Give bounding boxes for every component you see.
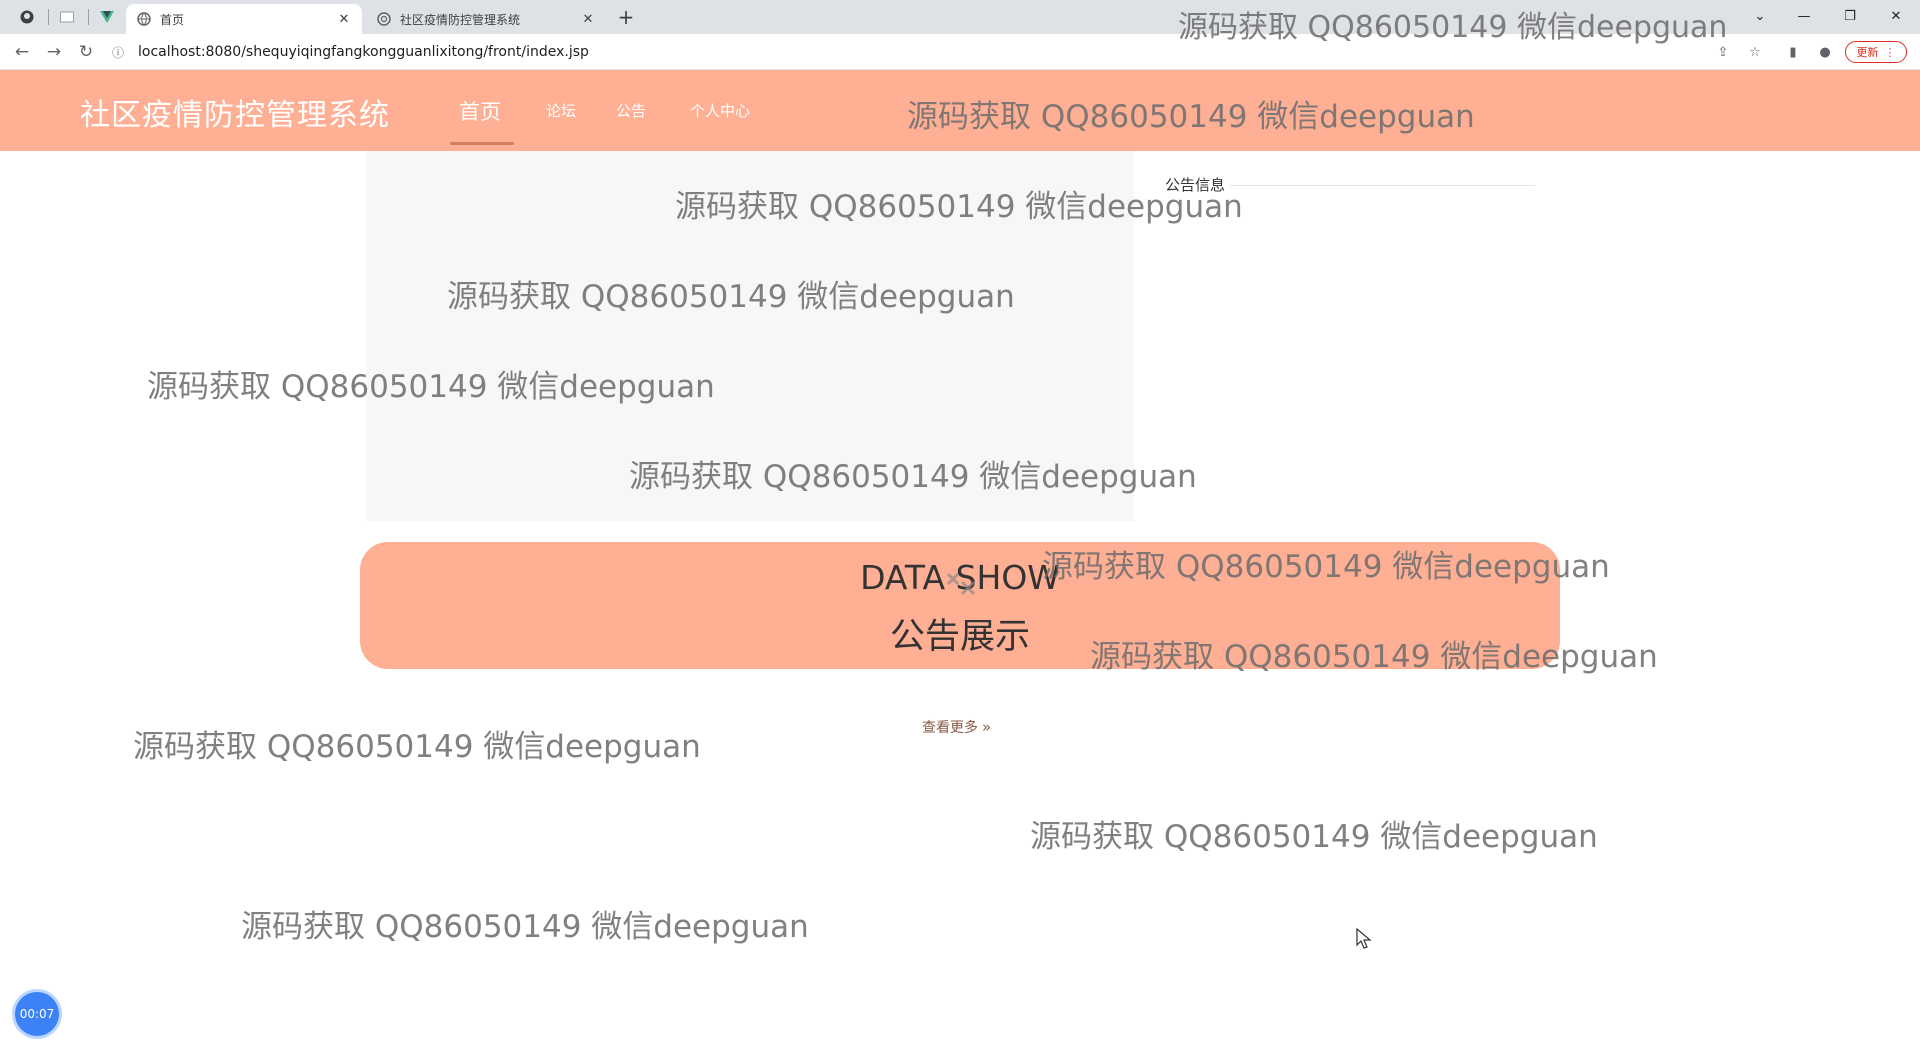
new-tab-button[interactable]: + <box>614 5 638 29</box>
tab-search-chevron-icon[interactable]: ⌄ <box>1740 4 1780 28</box>
tab-separator <box>48 9 49 25</box>
watermark-text: 源码获取 QQ86050149 微信deepguan <box>241 909 809 945</box>
watermark-text: 源码获取 QQ86050149 微信deepguan <box>629 459 1197 495</box>
pinned-tab-vue[interactable] <box>92 5 122 29</box>
pinned-tab-github[interactable] <box>12 5 42 29</box>
watermark-text: 源码获取 QQ86050149 微信deepguan <box>1030 819 1598 855</box>
mouse-cursor-icon <box>1356 928 1372 949</box>
nav-notice[interactable]: 公告 <box>616 70 646 151</box>
minimize-button[interactable]: — <box>1784 4 1824 28</box>
tab-system[interactable]: 社区疫情防控管理系统 ✕ <box>366 4 606 34</box>
close-tab-icon[interactable]: ✕ <box>580 11 596 27</box>
address-url[interactable]: localhost:8080/shequyiqingfangkongguanli… <box>138 44 589 60</box>
bookmark-star-icon[interactable]: ☆ <box>1744 41 1766 63</box>
view-more-link[interactable]: 查看更多 » <box>922 717 991 737</box>
watermark-text: 源码获取 QQ86050149 微信deepguan <box>675 189 1243 225</box>
globe-icon <box>136 11 152 27</box>
view-more-label: 查看更多 <box>922 720 978 736</box>
profile-avatar-icon[interactable]: ● <box>1814 41 1836 63</box>
nav-forum[interactable]: 论坛 <box>546 70 576 151</box>
nav-home[interactable]: 首页 <box>459 70 501 151</box>
close-tab-icon[interactable]: ✕ <box>336 11 352 27</box>
tab-title: 首页 <box>160 12 185 27</box>
watermark-text: 源码获取 QQ86050149 微信deepguan <box>1042 549 1610 585</box>
tab-title: 社区疫情防控管理系统 <box>400 12 521 27</box>
tab-home[interactable]: 首页 ✕ <box>126 4 362 34</box>
update-label: 更新 <box>1856 46 1879 59</box>
watermark-text: 源码获取 QQ86050149 微信deepguan <box>147 369 715 405</box>
broken-image-icon <box>946 572 976 596</box>
site-info-icon[interactable]: ⓘ <box>108 44 128 61</box>
mail-icon <box>60 11 74 23</box>
more-vert-icon: ⋮ <box>1884 45 1896 59</box>
site-brand[interactable]: 社区疫情防控管理系统 <box>80 90 390 134</box>
nav-personal-center[interactable]: 个人中心 <box>690 70 750 151</box>
update-button[interactable]: 更新 ⋮ <box>1845 41 1907 63</box>
reload-icon[interactable]: ↻ <box>74 40 98 64</box>
restore-button[interactable]: ❐ <box>1830 4 1870 28</box>
notice-divider <box>1230 185 1535 186</box>
back-arrow-icon[interactable]: ← <box>10 40 34 64</box>
watermark-text: 源码获取 QQ86050149 微信deepguan <box>1090 639 1658 675</box>
close-window-button[interactable]: ✕ <box>1876 4 1916 28</box>
recording-timer-badge[interactable]: 00:07 <box>15 992 59 1036</box>
site-icon <box>376 11 392 27</box>
double-chevron-right-icon: » <box>982 718 992 736</box>
pinned-tab-mail[interactable] <box>52 5 82 29</box>
nav-active-underline <box>450 142 514 145</box>
watermark-text: 源码获取 QQ86050149 微信deepguan <box>133 729 701 765</box>
forward-arrow-icon[interactable]: → <box>42 40 66 64</box>
watermark-text: 源码获取 QQ86050149 微信deepguan <box>1178 10 1728 45</box>
github-icon <box>20 10 34 24</box>
vue-icon <box>100 11 114 23</box>
side-panel-icon[interactable]: ▮ <box>1782 41 1804 63</box>
watermark-text: 源码获取 QQ86050149 微信deepguan <box>447 279 1015 315</box>
tab-separator <box>88 9 89 25</box>
watermark-text: 源码获取 QQ86050149 微信deepguan <box>907 99 1475 135</box>
